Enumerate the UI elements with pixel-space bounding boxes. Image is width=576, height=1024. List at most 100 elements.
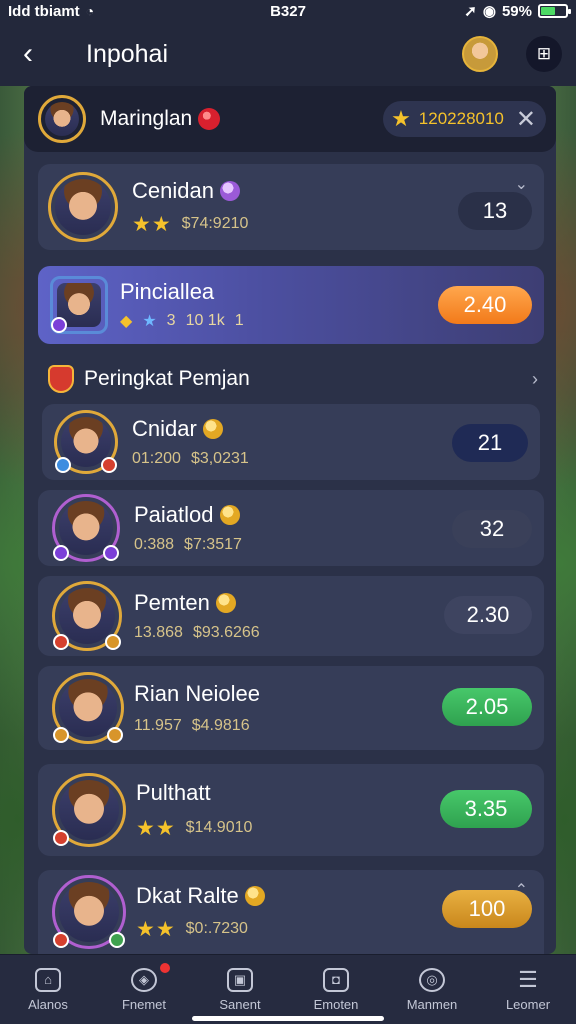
badge-icon [51,317,67,333]
player-row[interactable]: Pemten 13.868 $93.6266 2.30 [38,576,544,656]
location-icon: ➚ [464,3,477,20]
bottom-nav: ⌂ Alanos ◈ Fnemet ▣ Sanent ◘ Emoten ◎ Ma… [0,954,576,1024]
nav-label: Manmen [406,996,458,1012]
player-avatar[interactable] [38,95,86,143]
menu-icon: ☰ [518,966,538,992]
player-avatar [52,875,126,949]
trophy-icon: ◎ [419,967,445,992]
badge-icon [53,727,69,743]
alarm-icon: ◉ [482,3,496,20]
coin-icon [244,885,265,906]
badge-icon [53,932,69,948]
player-avatar [52,581,122,651]
bag-icon: ◘ [323,967,349,992]
status-right: ➚ ◉ 59% [464,2,571,20]
player-stars: ★★ [136,917,176,941]
player-amount: $3,0231 [190,450,249,467]
highlight-name: Pinciallea [120,279,215,304]
player-name: Cnidar [132,416,197,441]
badge-icon [55,457,71,473]
home-icon: ⌂ [35,967,61,992]
player-name: Maringlan [100,107,193,130]
nav-label: Sanent [219,996,261,1012]
player-info: Rian Neiolee 11.957 $4.9816 [134,681,260,735]
chevron-down-icon[interactable]: ⌄ [515,174,528,194]
player-value: 32 [452,510,532,548]
featured-card[interactable]: Cenidan ★★ $74:9210 ⌄ 13 [38,164,544,250]
carrier-label: Idd tbiamt [8,2,80,20]
featured-value: 13 [458,192,532,230]
player-stars: ★★ [136,816,176,840]
player-stat: 11.957 [134,717,182,734]
coin-icon [219,505,240,525]
player-stat: 0:388 [134,536,175,553]
coin-balance[interactable]: ★ 120228010 ✕ [383,101,546,137]
player-name: Paiatlod [134,502,214,527]
shield-icon: ◈ [131,967,157,992]
player-info: Pulthatt ★★ $14.9010 [136,780,252,841]
nav-item-bag[interactable]: ◘ Emoten [288,955,384,1024]
featured-name: Cenidan [132,177,214,203]
player-value: 21 [452,424,528,462]
back-button[interactable]: ‹ [0,22,56,86]
player-row[interactable]: Cnidar 01:200 $3,0231 21 [42,404,540,480]
player-stat: 01:200 [132,450,181,467]
badge-icon [53,634,69,650]
highlight-card[interactable]: Pinciallea ◆ ★ 3 10 1k 1 2.40 [38,266,544,344]
star-icon: ★ [391,106,411,131]
app-header: ‹ Inpohai ⊞ [0,22,576,86]
nav-item-card[interactable]: ▣ Sanent [192,955,288,1024]
nav-item-menu[interactable]: ☰ Leomer [480,955,576,1024]
nav-item-home[interactable]: ⌂ Alanos [0,955,96,1024]
badge-icon [101,457,117,473]
shield-icon [48,365,74,393]
player-amount: $0:.7230 [185,920,248,937]
featured-info: Cenidan ★★ $74:9210 [132,178,248,237]
player-row[interactable]: Pulthatt ★★ $14.9010 3.35 [38,764,544,856]
player-info: Pemten 13.868 $93.6266 [134,590,260,642]
player-name: Dkat Ralte [136,882,239,908]
player-row[interactable]: Paiatlod 0:388 $7:3517 32 [38,490,544,566]
status-bar: Idd tbiamt ◔ B327 ➚ ◉ 59% [0,0,576,22]
grid-icon: ⊞ [536,44,552,63]
card-icon: ▣ [227,967,253,992]
highlight-value: 2.40 [438,286,532,324]
nav-label: Leomer [505,996,551,1012]
player-row[interactable]: Dkat Ralte ★★ $0:.7230 ⌃ 100 [38,870,544,954]
player-name: Pemten [134,590,210,615]
badge-icon [107,727,123,743]
badge-icon [103,545,119,561]
home-indicator[interactable] [192,1016,384,1021]
player-row[interactable]: Rian Neiolee 11.957 $4.9816 2.05 [38,666,544,750]
highlight-info: Pinciallea ◆ ★ 3 10 1k 1 [120,279,244,331]
diamond-icon: ◆ [120,313,133,330]
close-icon[interactable]: ✕ [516,105,536,134]
nav-item-trophy[interactable]: ◎ Manmen [384,955,480,1024]
highlight-avatar [50,276,108,334]
coin-icon [202,419,223,439]
badge-icon [53,830,69,846]
profile-avatar[interactable] [462,36,498,72]
menu-button[interactable]: ⊞ [526,36,562,72]
gem-icon [219,180,240,201]
player-value: 2.05 [442,688,532,726]
player-amount: $14.9010 [185,819,253,836]
wifi-icon: ◔ [85,3,95,19]
section-title: Peringkat Pemjan [84,367,250,390]
highlight-stat-1: 3 [166,312,176,329]
nav-label: Fnemet [121,996,167,1012]
chevron-left-icon: ‹ [23,37,33,70]
coin-value: 120228010 [418,109,504,128]
player-avatar [54,410,118,474]
badge-icon [53,545,69,561]
nav-label: Alanos [28,996,68,1012]
player-amount: $93.6266 [192,624,260,641]
chevron-right-icon[interactable]: › [532,369,538,390]
player-name: Pulthatt [136,779,211,805]
highlight-stat-3: 1 [234,312,244,329]
nav-item-shield[interactable]: ◈ Fnemet [96,955,192,1024]
star-icon: ★ [142,313,157,330]
player-avatar [52,672,124,744]
notification-badge [160,963,170,973]
leaderboard-panel: Maringlan ★ 120228010 ✕ Cenidan ★★ $74:9… [24,86,556,954]
